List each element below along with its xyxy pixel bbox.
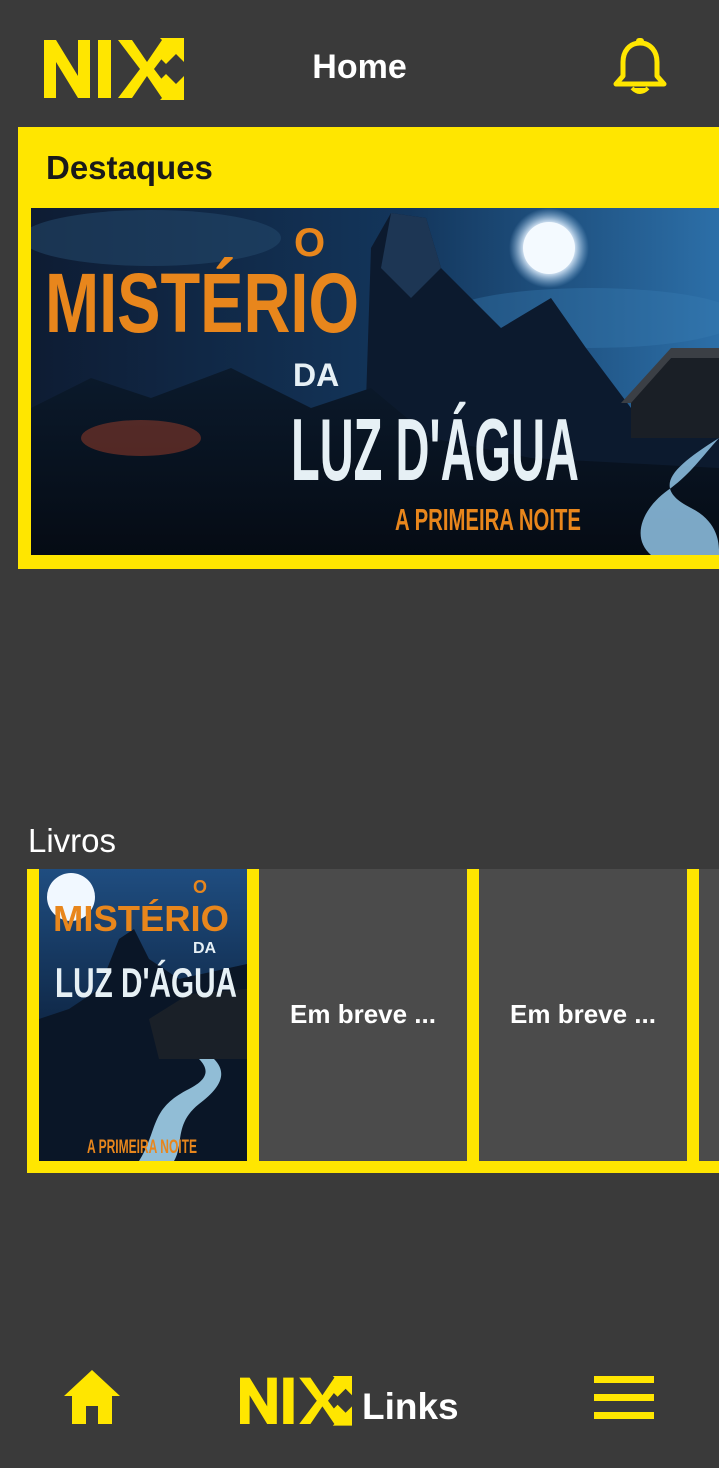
links-label: Links [362, 1386, 459, 1427]
home-icon[interactable] [62, 1368, 122, 1426]
featured-banner[interactable]: O MISTÉRIO DA LUZ D'ÁGUA A PRIMEIRA NOIT… [31, 208, 719, 555]
banner-title-line4: LUZ D'ÁGUA [291, 400, 579, 499]
book-cover-line3: DA [193, 940, 217, 957]
book-tile-partial[interactable] [699, 869, 719, 1161]
nix-links-logo [240, 1376, 352, 1426]
book-cover-line4: LUZ D'ÁGUA [55, 959, 237, 1006]
banner-subtitle: A PRIMEIRA NOITE [395, 502, 581, 537]
bell-icon[interactable] [612, 38, 668, 98]
featured-section: Destaques O MISTÉRIO DA LUZ D'ÁGUA A PRI… [18, 127, 719, 569]
book-placeholder-tile[interactable]: Em breve ... [259, 869, 467, 1161]
featured-title: Destaques [46, 149, 213, 186]
books-row: O MISTÉRIO DA LUZ D'ÁGUA A PRIMEIRA NOIT… [27, 869, 719, 1173]
banner-title-line2: MISTÉRIO [45, 256, 359, 350]
book-cover-line2: MISTÉRIO [53, 898, 229, 939]
bottom-navigation: Links [0, 1352, 719, 1468]
nix-links-button[interactable]: Links [240, 1372, 480, 1432]
book-cover-line1: O [193, 877, 207, 897]
coming-soon-label: Em breve ... [510, 999, 656, 1029]
app-header: Home [0, 0, 719, 125]
coming-soon-label: Em breve ... [290, 999, 436, 1029]
hamburger-menu-icon[interactable] [594, 1376, 654, 1420]
book-placeholder-tile[interactable]: Em breve ... [479, 869, 687, 1161]
banner-title-line3: DA [293, 357, 339, 393]
book-cover-subtitle: A PRIMEIRA NOITE [87, 1137, 197, 1158]
books-section-title: Livros [28, 822, 117, 859]
book-cover-tile[interactable]: O MISTÉRIO DA LUZ D'ÁGUA A PRIMEIRA NOIT… [39, 869, 247, 1161]
